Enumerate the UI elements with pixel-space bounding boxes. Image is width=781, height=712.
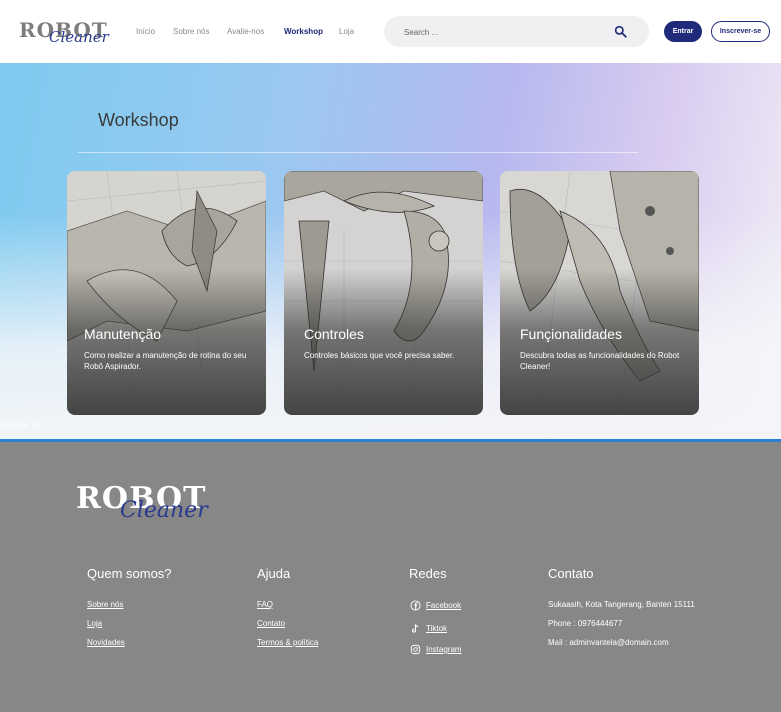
section-divider [78, 152, 638, 153]
card-title: Manutenção [84, 326, 162, 342]
footer-social-title: Redes [409, 566, 447, 581]
workshop-section: Workshop Frame 50 Manutenção Como realiz… [0, 63, 781, 441]
section-title: Workshop [98, 110, 179, 130]
workshop-card-funcionalidades[interactable]: Funçionalidades Descubra todas as funcio… [500, 171, 699, 415]
signup-button[interactable]: Inscrever-se [711, 21, 770, 42]
footer-link-instagram[interactable]: Instagram [426, 645, 462, 654]
header-logo[interactable]: ROBOT Cleaner [19, 18, 109, 46]
nav-link-loja[interactable]: Loja [339, 26, 354, 38]
card-shade [500, 171, 699, 415]
nav-link-avalie-nos[interactable]: Avalie-nos [227, 26, 264, 38]
card-description: Descubra todas as funcionalidades do Rob… [520, 351, 680, 371]
workshop-card-controles[interactable]: Controles Controles básicos que você pre… [284, 171, 483, 415]
card-shade [284, 171, 483, 415]
footer-about-title: Quem somos? [87, 566, 172, 581]
nav-link-sobre-nos[interactable]: Sobre nós [173, 26, 209, 38]
footer-link-sobre-nos[interactable]: Sobre nós [87, 600, 123, 609]
workshop-card-manutencao[interactable]: Manutenção Como realizar a manutenção de… [67, 171, 266, 415]
footer-link-faq[interactable]: FAQ [257, 600, 273, 609]
facebook-icon[interactable] [410, 600, 421, 611]
footer-link-loja[interactable]: Loja [87, 619, 102, 628]
top-navbar: ROBOT Cleaner Início Sobre nós Avalie-no… [0, 0, 781, 63]
footer-contact-title: Contato [548, 566, 594, 581]
search-icon[interactable] [614, 25, 627, 38]
card-description: Controles básicos que você precisa saber… [304, 351, 455, 360]
tiktok-icon[interactable] [410, 623, 421, 634]
footer-phone: Phone : 0976444677 [548, 619, 623, 628]
footer-link-novidades[interactable]: Novidades [87, 638, 125, 647]
footer-help-title: Ajuda [257, 566, 291, 581]
card-title: Funçionalidades [520, 326, 622, 342]
section-bottom-border [0, 439, 781, 442]
search-bar [384, 16, 649, 47]
logo-wordmark-cleaner: Cleaner [49, 28, 109, 46]
nav-link-inicio[interactable]: Início [136, 26, 155, 38]
nav-link-workshop[interactable]: Workshop [284, 26, 323, 38]
search-input[interactable] [404, 25, 604, 39]
footer-logo[interactable]: ROBOT Cleaner [76, 483, 208, 525]
instagram-icon[interactable] [410, 644, 421, 655]
footer-email: Mail : adminvantela@domain.com [548, 638, 669, 647]
login-button[interactable]: Entrar [664, 21, 702, 42]
card-title: Controles [304, 326, 364, 342]
footer-link-tiktok[interactable]: Tiktok [426, 624, 447, 633]
footer-link-contato[interactable]: Contato [257, 619, 285, 628]
footer-link-facebook[interactable]: Facebook [426, 601, 461, 610]
card-description: Como realizar a manutenção de rotina do … [84, 351, 247, 371]
frame-label: Frame 50 [0, 420, 43, 431]
card-shade [67, 171, 266, 415]
footer-address: Sukaasih, Kota Tangerang, Banten 15111 [548, 600, 695, 609]
logo-wordmark-cleaner: Cleaner [120, 498, 208, 523]
footer-link-termos[interactable]: Termos & política [257, 638, 318, 647]
